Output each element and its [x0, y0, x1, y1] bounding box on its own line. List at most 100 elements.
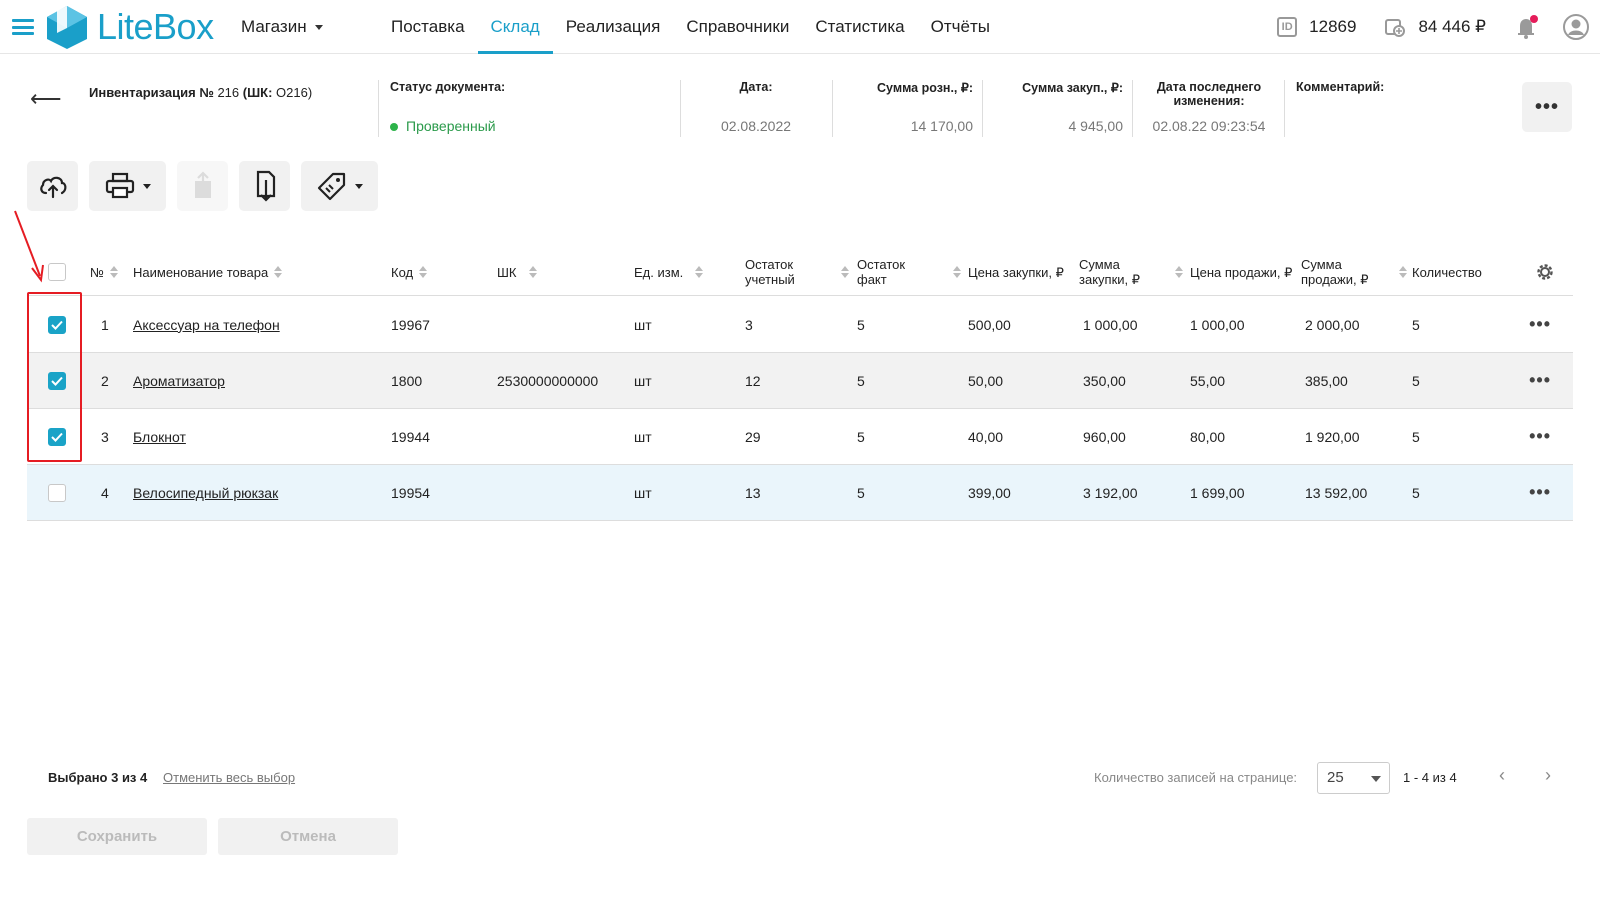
cell-price-buy: 500,00	[968, 316, 1011, 333]
col-sum-sell[interactable]: Сумма продажи, ₽	[1301, 248, 1409, 296]
divider	[1284, 80, 1285, 137]
status-label: Статус документа:	[390, 80, 506, 94]
header-label: Сумма продажи, ₽	[1301, 257, 1369, 287]
cell-code: 19944	[391, 428, 430, 445]
table-row[interactable]: 3 Блокнот 19944 шт 29 5 40,00 960,00 80,00 1 920,…	[27, 409, 1573, 465]
row-more-button[interactable]: •••	[1529, 297, 1551, 352]
per-page-value: 25	[1327, 769, 1344, 786]
cell-unit: шт	[634, 484, 652, 501]
col-unit[interactable]: Ед. изм.	[634, 248, 704, 296]
row-more-button[interactable]: •••	[1529, 353, 1551, 408]
share-button[interactable]	[177, 161, 228, 211]
col-stock-fact[interactable]: Остаток факт	[857, 248, 965, 296]
menu-item-references[interactable]: Справочники	[673, 0, 802, 54]
cell-sum-sell: 2 000,00	[1305, 316, 1360, 333]
col-stock-acc[interactable]: Остаток учетный	[745, 248, 853, 296]
cell-name[interactable]: Блокнот	[133, 409, 186, 464]
cell-price-sell: 80,00	[1190, 428, 1226, 445]
col-qty[interactable]: Количество	[1412, 248, 1482, 296]
cell-unit: шт	[634, 428, 652, 445]
sort-icon	[695, 266, 704, 278]
import-button[interactable]	[239, 161, 290, 211]
lastmod-value: 02.08.22 09:23:54	[1152, 118, 1266, 134]
col-num[interactable]: №	[90, 248, 118, 296]
menu-item-warehouse[interactable]: Склад	[477, 0, 553, 54]
header-label: Наименование товара	[133, 264, 269, 280]
menu-item-reports[interactable]: Отчёты	[918, 0, 1003, 54]
cell-num: 1	[101, 316, 109, 333]
cell-sum-sell: 1 920,00	[1305, 428, 1360, 445]
comment-col: Комментарий:	[1296, 80, 1496, 137]
cell-price-sell: 1 000,00	[1190, 316, 1245, 333]
cell-num: 3	[101, 428, 109, 445]
col-price-sell[interactable]: Цена продажи, ₽	[1190, 248, 1298, 296]
top-navbar: LiteBox Магазин Поставка Склад Реализаци…	[0, 0, 1600, 54]
table-row[interactable]: 4 Велосипедный рюкзак 19954 шт 13 5 399,00 3 19…	[27, 465, 1573, 521]
cell-name[interactable]: Ароматизатор	[133, 353, 225, 408]
cell-price-buy: 399,00	[968, 484, 1011, 501]
cell-qty: 5	[1412, 372, 1420, 389]
cancel-selection-link[interactable]: Отменить весь выбор	[163, 770, 295, 785]
table-settings-button[interactable]	[1535, 248, 1555, 296]
cell-stock-fact: 5	[857, 372, 865, 389]
select-all-checkbox[interactable]	[48, 263, 66, 281]
user-avatar-icon[interactable]	[1562, 13, 1590, 41]
per-page-select[interactable]: 25	[1317, 762, 1390, 794]
save-button[interactable]: Сохранить	[27, 818, 207, 855]
date-label: Дата:	[739, 80, 773, 94]
col-price-buy[interactable]: Цена закупки, ₽	[968, 248, 1076, 296]
document-title: Инвентаризация № 216 (ШК: О216)	[89, 85, 312, 100]
cell-num: 4	[101, 484, 109, 501]
header-label: Сумма закупки, ₽	[1079, 257, 1141, 287]
col-barcode[interactable]: ШК	[497, 248, 537, 296]
header-label: Цена закупки, ₽	[968, 264, 1064, 280]
store-select[interactable]: Магазин	[241, 17, 323, 37]
cell-name[interactable]: Аксессуар на телефон	[133, 297, 280, 352]
menu-item-sales[interactable]: Реализация	[553, 0, 674, 54]
sort-icon	[419, 266, 428, 278]
sort-icon	[841, 266, 849, 278]
table-row[interactable]: 1 Аксессуар на телефон 19967 шт 3 5 500,00 1 00…	[27, 297, 1573, 353]
header-label: Код	[391, 264, 414, 280]
row-more-button[interactable]: •••	[1529, 465, 1551, 520]
cell-code: 1800	[391, 372, 423, 389]
row-checkbox[interactable]	[48, 483, 66, 502]
col-sum-buy[interactable]: Сумма закупки, ₽	[1079, 248, 1187, 296]
balance: 84 446 ₽	[1418, 17, 1486, 36]
cell-price-buy: 50,00	[968, 372, 1004, 389]
comment-label: Комментарий:	[1296, 80, 1385, 94]
tags-button[interactable]	[301, 161, 378, 211]
brand-name: LiteBox	[97, 6, 214, 47]
table-header: № Наименование товара Код ШК Ед. изм. Ос…	[27, 248, 1573, 296]
cell-price-buy: 40,00	[968, 428, 1004, 445]
cell-qty: 5	[1412, 428, 1420, 445]
upload-button[interactable]	[27, 161, 78, 211]
cell-sum-buy: 1 000,00	[1083, 316, 1138, 333]
logo[interactable]: LiteBox	[45, 4, 214, 50]
col-name[interactable]: Наименование товара	[133, 248, 283, 296]
chevron-down-icon	[1371, 776, 1381, 782]
bell-icon[interactable]	[1514, 14, 1540, 40]
prev-page-button[interactable]: ‹	[1499, 765, 1505, 786]
cell-unit: шт	[634, 316, 652, 333]
doc-title-prefix: Инвентаризация №	[89, 85, 214, 100]
lastmod-label: Дата последнего изменения:	[1156, 80, 1262, 108]
cell-unit: шт	[634, 372, 652, 389]
col-code[interactable]: Код	[391, 248, 428, 296]
print-button[interactable]	[89, 161, 166, 211]
row-more-button[interactable]: •••	[1529, 409, 1551, 464]
cancel-button[interactable]: Отмена	[218, 818, 398, 855]
cell-qty: 5	[1412, 316, 1420, 333]
document-more-button[interactable]: •••	[1522, 82, 1572, 132]
table-row[interactable]: 2 Ароматизатор 1800 2530000000000 шт 12 5 50,00…	[27, 353, 1573, 409]
purchase-col: Сумма закуп., ₽: 4 945,00	[983, 80, 1123, 137]
menu-burger-icon[interactable]	[12, 19, 34, 35]
cell-name[interactable]: Велосипедный рюкзак	[133, 465, 278, 520]
back-arrow-icon[interactable]: ⟵	[30, 86, 62, 112]
wallet-icon	[1385, 19, 1406, 37]
doc-number: 216	[213, 85, 243, 100]
next-page-button[interactable]: ›	[1545, 765, 1551, 786]
menu-item-statistics[interactable]: Статистика	[802, 0, 917, 54]
menu-item-supply[interactable]: Поставка	[378, 0, 478, 54]
sort-icon	[953, 266, 961, 278]
